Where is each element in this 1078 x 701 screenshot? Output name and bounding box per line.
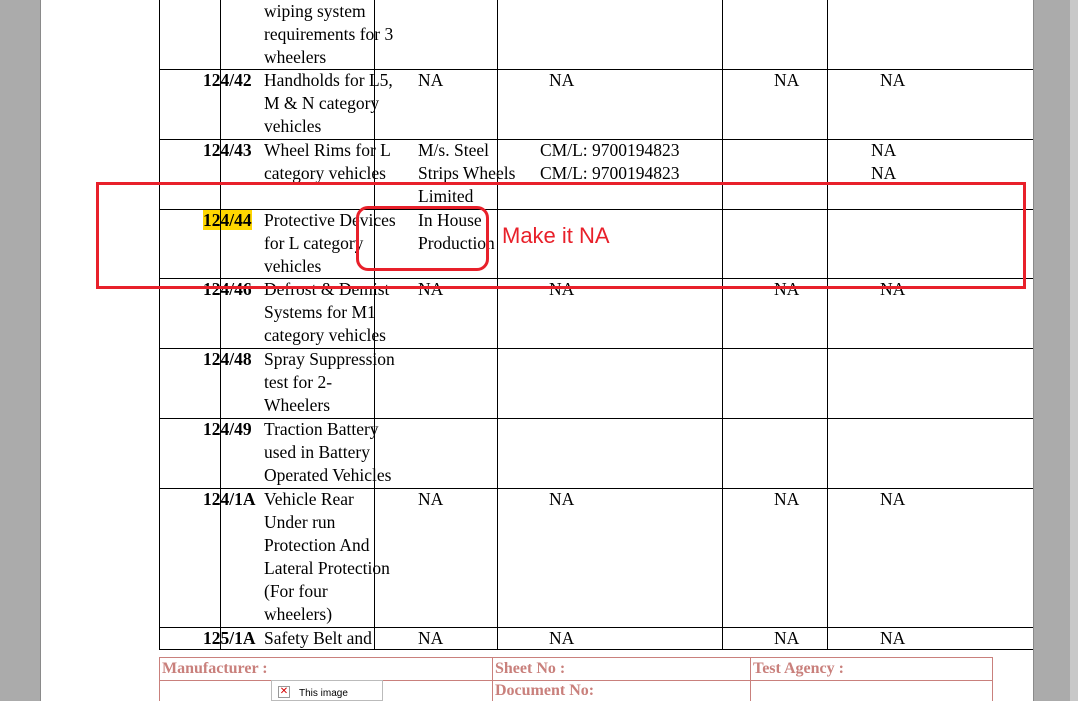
table-cell-desc: Handholds for L5, M & N category vehicle… (264, 70, 393, 136)
grid-line (159, 139, 1033, 140)
image-placeholder-text: This image (299, 688, 348, 699)
footer-line (750, 657, 751, 701)
grid-line (159, 649, 1033, 650)
table-cell-code: 124/1A (203, 489, 256, 509)
footer-line (492, 657, 493, 701)
footer-line (159, 657, 160, 701)
footer-line (992, 657, 993, 701)
table-cell-desc: wiping system requirements for 3 wheeler… (264, 1, 394, 67)
table-cell: NA (774, 489, 800, 509)
table-cell-desc: Safety Belt and (264, 628, 372, 648)
grid-line (722, 0, 723, 650)
table-cell-code: 124/48 (203, 349, 252, 369)
table-cell: NA NA (871, 140, 897, 183)
footer-line (159, 657, 993, 658)
table-cell: NA (418, 70, 444, 90)
table-cell: NA (549, 70, 575, 90)
test-agency-label: Test Agency : (753, 660, 844, 677)
grid-line (374, 0, 375, 650)
table-cell-desc: Vehicle Rear Under run Protection And La… (264, 489, 390, 624)
document-page: wiping system requirements for 3 wheeler… (40, 0, 1034, 701)
grid-line (159, 348, 1033, 349)
grid-line (159, 488, 1033, 489)
vertical-scrollbar[interactable] (1070, 0, 1078, 701)
table-cell: CM/L: 9700194823 CM/L: 9700194823 (540, 140, 680, 183)
table-cell: NA (880, 628, 906, 648)
table-cell: NA (774, 70, 800, 90)
document-no-label: Document No: (495, 682, 595, 699)
table-cell: NA (549, 489, 575, 509)
annotation-text: Make it NA (502, 223, 610, 248)
grid-line (220, 0, 221, 650)
table-cell-desc: Traction Battery used in Battery Operate… (264, 419, 392, 485)
table-cell-code: 124/49 (203, 419, 252, 439)
broken-image-placeholder: ✕ This image (271, 680, 383, 701)
table-cell-code: 124/42 (203, 70, 252, 90)
grid-line (159, 69, 1033, 70)
table-cell-desc: Spray Suppression test for 2- Wheelers (264, 349, 395, 415)
table-cell: NA (418, 628, 444, 648)
broken-image-icon: ✕ (278, 686, 290, 698)
grid-line (497, 0, 498, 650)
grid-line (159, 0, 160, 650)
table-cell: NA (774, 628, 800, 648)
annotation-oval (356, 206, 489, 271)
grid-line (159, 627, 1033, 628)
table-cell-code: 125/1A (203, 628, 256, 648)
table-cell: NA (880, 70, 906, 90)
table-cell: NA (549, 628, 575, 648)
table-cell-desc: Wheel Rims for L category vehicles (264, 140, 391, 183)
manufacturer-label: Manufacturer : (162, 660, 268, 677)
grid-line (159, 418, 1033, 419)
grid-line (827, 0, 828, 650)
sheet-no-label: Sheet No : (495, 660, 566, 677)
table-cell-code: 124/43 (203, 140, 252, 160)
table-cell: NA (880, 489, 906, 509)
table-cell: NA (418, 489, 444, 509)
